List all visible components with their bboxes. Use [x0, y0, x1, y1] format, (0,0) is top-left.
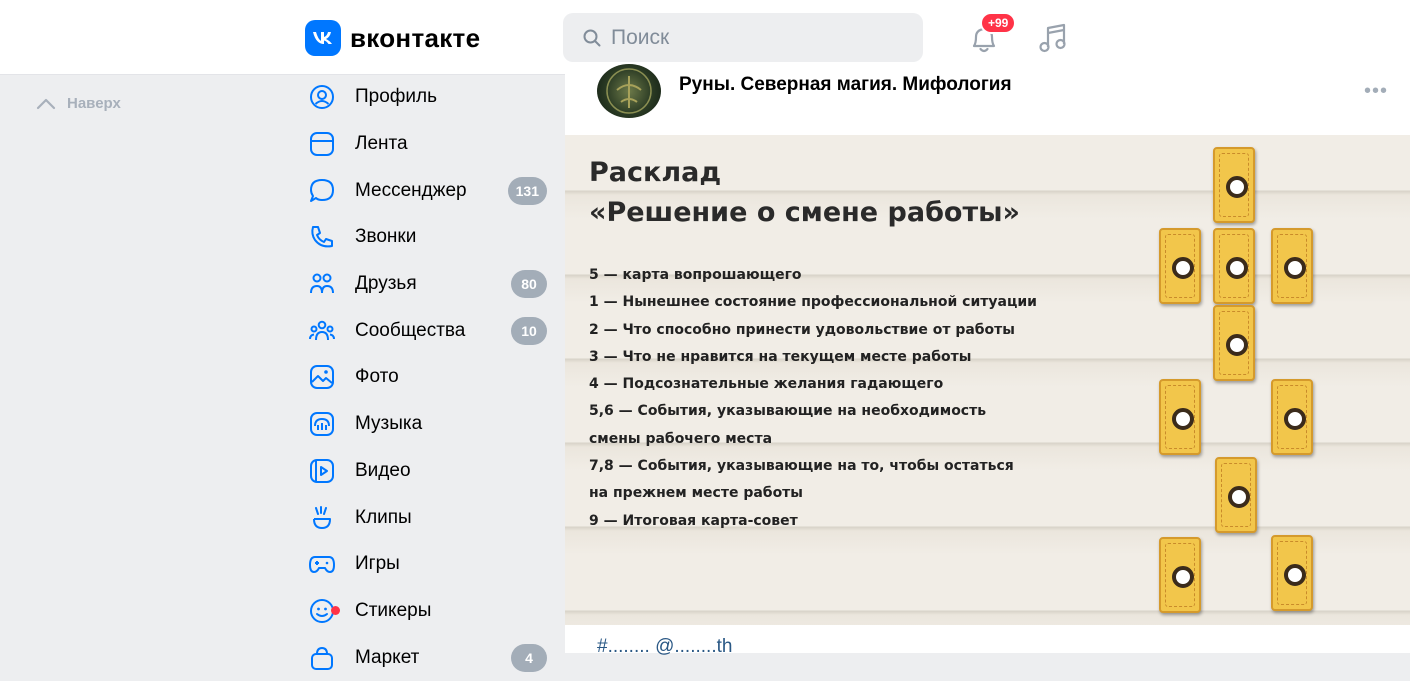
market-counter: 4 [511, 643, 547, 672]
top-header: вконтакте Поиск +99 [0, 0, 1410, 75]
menu-item-feed[interactable]: Лента [307, 121, 547, 168]
menu-item-video[interactable]: Видео [307, 448, 547, 495]
friends-counter: 80 [511, 270, 547, 299]
menu-item-profile[interactable]: Профиль [307, 74, 547, 121]
menu-label: Игры [355, 553, 400, 575]
music-icon [307, 409, 337, 439]
menu-item-market[interactable]: Маркет 4 [307, 634, 547, 681]
friends-icon [307, 269, 337, 299]
post-author[interactable]: Руны. Северная магия. Мифология [679, 74, 1012, 96]
feed-post: Руны. Северная магия. Мифология ••• Раск… [565, 64, 1410, 657]
tarot-card [1213, 228, 1255, 304]
left-menu: Профиль Лента Мессенджер 131 Звонки Друз… [307, 74, 547, 681]
messenger-counter: 131 [507, 176, 547, 205]
tarot-card [1271, 228, 1313, 304]
clips-icon [307, 503, 337, 533]
notifications-badge: +99 [980, 12, 1017, 34]
messenger-icon [307, 176, 337, 206]
stickers-new-dot [331, 605, 340, 615]
video-icon [307, 456, 337, 486]
vk-logo[interactable]: вконтакте [305, 20, 480, 56]
search-input[interactable]: Поиск [563, 13, 923, 62]
communities-counter: 10 [511, 316, 547, 345]
post-hashtags[interactable]: #........ @........th [597, 636, 732, 658]
menu-label: Профиль [355, 86, 438, 108]
menu-label: Друзья [355, 273, 417, 295]
menu-label: Маркет [355, 646, 420, 668]
menu-item-stickers[interactable]: Стикеры [307, 588, 547, 635]
logo-text: вконтакте [350, 22, 481, 53]
post-image[interactable]: Расклад «Решение о смене работы» 5 — кар… [565, 135, 1410, 625]
menu-item-calls[interactable]: Звонки [307, 214, 547, 261]
more-options-icon[interactable]: ••• [1364, 80, 1388, 103]
tarot-card [1271, 379, 1313, 455]
menu-item-communities[interactable]: Сообщества 10 [307, 307, 547, 354]
music-icon[interactable] [1038, 22, 1068, 54]
image-legend: 5 — карта вопрошающего 1 — Нынешнее сост… [589, 267, 1037, 529]
feed-icon [307, 129, 337, 159]
tarot-card [1213, 305, 1255, 381]
tarot-card [1159, 537, 1201, 613]
post-header: Руны. Северная магия. Мифология ••• [565, 64, 1410, 135]
profile-icon [307, 82, 337, 112]
chevron-up-icon [36, 98, 56, 109]
search-placeholder: Поиск [611, 25, 670, 49]
stickers-icon [307, 596, 340, 626]
back-to-top-link[interactable]: Наверх [35, 95, 121, 112]
photo-icon [307, 362, 337, 392]
menu-label: Клипы [355, 506, 412, 528]
tarot-card [1271, 535, 1313, 611]
image-title: Расклад «Решение о смене работы» [589, 157, 1020, 228]
back-to-top-label: Наверх [67, 95, 121, 112]
tarot-card [1159, 379, 1201, 455]
tarot-card [1213, 147, 1255, 223]
phone-icon [307, 222, 337, 252]
menu-item-games[interactable]: Игры [307, 541, 547, 588]
menu-label: Фото [355, 366, 399, 388]
tarot-card [1159, 228, 1201, 304]
menu-label: Сообщества [355, 319, 466, 341]
menu-label: Мессенджер [355, 179, 467, 201]
search-icon [583, 29, 601, 46]
menu-label: Видео [355, 459, 411, 481]
menu-item-friends[interactable]: Друзья 80 [307, 261, 547, 308]
menu-item-photo[interactable]: Фото [307, 354, 547, 401]
tarot-card [1215, 457, 1257, 533]
menu-label: Лента [355, 133, 408, 155]
menu-label: Стикеры [355, 599, 432, 621]
communities-icon [307, 316, 337, 346]
menu-item-clips[interactable]: Клипы [307, 494, 547, 541]
vk-logo-icon [305, 20, 341, 56]
community-avatar[interactable] [597, 64, 661, 118]
games-icon [307, 549, 337, 579]
menu-label: Музыка [355, 413, 423, 435]
market-icon [307, 643, 337, 673]
menu-label: Звонки [355, 226, 417, 248]
menu-item-messenger[interactable]: Мессенджер 131 [307, 167, 547, 214]
menu-item-music[interactable]: Музыка [307, 401, 547, 448]
